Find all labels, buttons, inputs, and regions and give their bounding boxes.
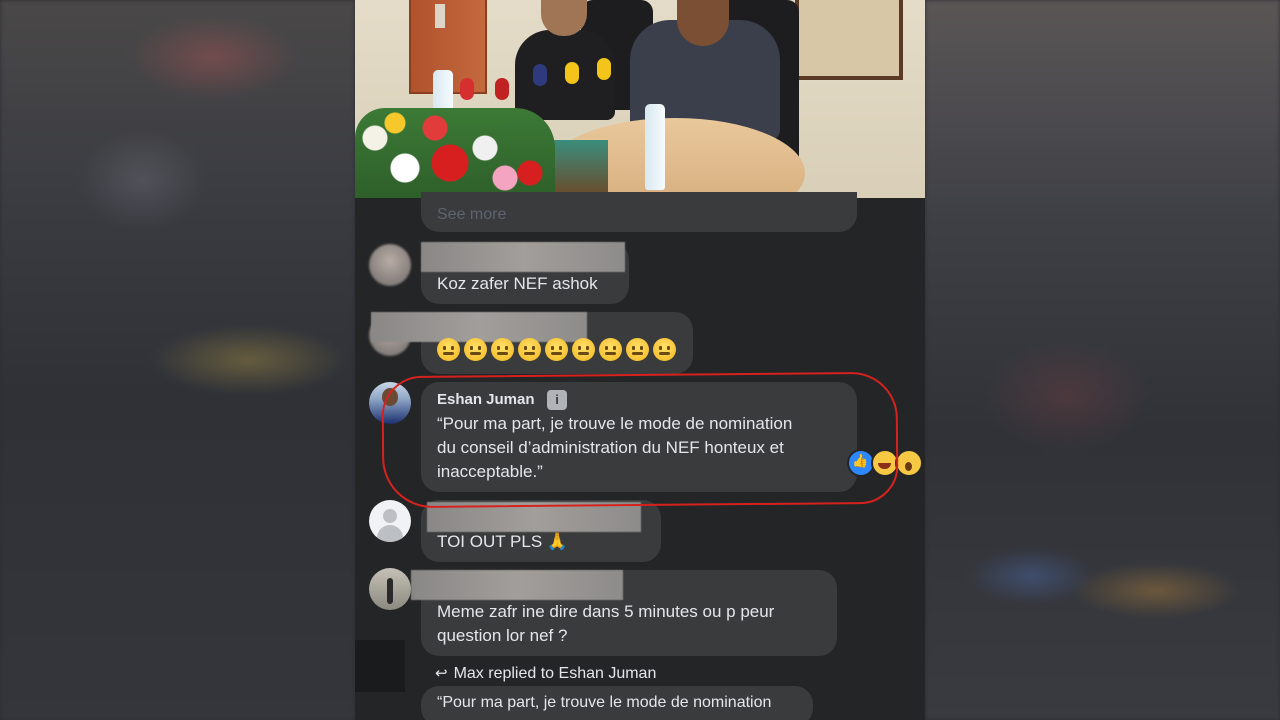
avatar-default[interactable]	[369, 500, 411, 542]
red-highlight-circle	[381, 371, 899, 509]
microphone	[597, 58, 611, 80]
microphone	[533, 64, 547, 86]
comment-bubble[interactable]: TOI OUT PLS 🙏	[421, 500, 661, 562]
comment-bubble[interactable]: Koz zafer NEF ashok	[421, 242, 629, 304]
slightly-smiling-face-emoji	[626, 338, 649, 361]
comment-text: TOI OUT PLS 🙏	[437, 532, 569, 551]
reply-arrow-icon: ↩	[435, 665, 448, 682]
avatar[interactable]	[369, 244, 411, 286]
slightly-smiling-face-emoji	[491, 338, 514, 361]
reply-quote-text: “Pour ma part, je trouve le mode de nomi…	[437, 694, 772, 711]
comment-text: Koz zafer NEF ashok	[437, 274, 598, 293]
microphone	[495, 78, 509, 100]
comment-text: Meme zafr ine dire dans 5 minutes ou p p…	[437, 602, 775, 645]
redacted-name	[421, 242, 625, 272]
blurred-background-right	[925, 0, 1280, 720]
photo-frame	[795, 0, 903, 80]
emoji-row	[437, 338, 676, 361]
blurred-background-left	[0, 0, 355, 720]
water-bottle	[645, 104, 665, 190]
post-photo[interactable]	[355, 0, 925, 198]
slightly-smiling-face-emoji	[464, 338, 487, 361]
avatar[interactable]	[369, 568, 411, 610]
reply-label: Max replied to Eshan Juman	[453, 665, 657, 682]
comment-thread-screenshot: See more Koz zafer NEF ashok Eshan Juman…	[355, 0, 925, 720]
see-more-link[interactable]: See more	[437, 206, 506, 224]
microphone	[565, 62, 579, 84]
redacted-name	[411, 570, 623, 600]
flower-arrangement	[355, 108, 555, 198]
slightly-smiling-face-emoji	[572, 338, 595, 361]
microphone	[460, 78, 474, 100]
slightly-smiling-face-emoji	[518, 338, 541, 361]
default-avatar-head	[383, 509, 397, 523]
reply-indicator[interactable]: ↩ Max replied to Eshan Juman	[435, 664, 656, 683]
comment-bubble[interactable]: Meme zafr ine dire dans 5 minutes ou p p…	[411, 570, 837, 656]
comment-bubble[interactable]	[371, 312, 693, 374]
slightly-smiling-face-emoji	[599, 338, 622, 361]
slightly-smiling-face-emoji	[653, 338, 676, 361]
dark-thumbnail	[355, 640, 405, 692]
wow-reaction-icon	[895, 449, 923, 477]
tissue-box	[550, 140, 608, 196]
slightly-smiling-face-emoji	[437, 338, 460, 361]
slightly-smiling-face-emoji	[545, 338, 568, 361]
default-avatar-body	[377, 525, 403, 542]
